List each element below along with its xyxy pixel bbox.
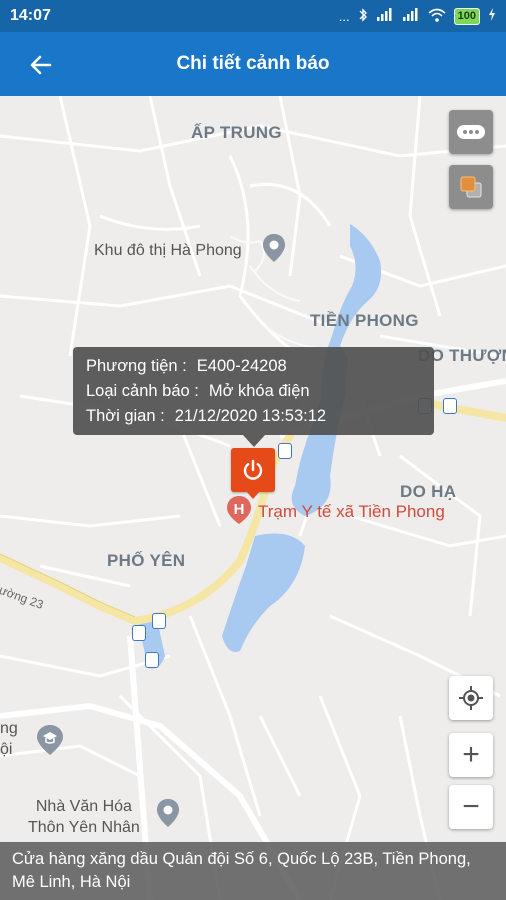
school-pin-icon <box>37 725 63 755</box>
alert-marker[interactable] <box>231 448 275 499</box>
svg-text:H: H <box>234 501 245 518</box>
alert-info-popup: Phương tiện : E400-24208 Loại cảnh báo : M… <box>73 347 434 447</box>
zoom-out-button[interactable]: − <box>449 785 493 829</box>
back-button[interactable] <box>24 48 58 82</box>
page-title: Chi tiết cảnh báo <box>176 53 330 74</box>
alert-time-value: 21/12/2020 13:53:12 <box>174 407 327 425</box>
bus-stop-icon <box>278 443 292 459</box>
map-view[interactable]: ẤP TRUNG TIỀN PHONG DO THƯỢN DO HẠ PHỐ Y… <box>0 96 506 900</box>
status-time: 14:07 <box>10 7 51 24</box>
address-bar: Cửa hàng xăng dầu Quân đội Số 6, Quốc Lộ… <box>0 842 506 900</box>
poi-label-khu-do-thi: Khu đô thị Hà Phong <box>94 242 242 259</box>
my-location-button[interactable] <box>449 676 493 720</box>
charging-icon <box>488 8 496 24</box>
status-bar: 14:07 ... 100 <box>0 0 506 32</box>
my-location-icon <box>459 686 483 710</box>
bus-stop-icon-4 <box>152 613 166 629</box>
alert-time-label: Thời gian : <box>86 407 165 425</box>
bus-stop-icon-3 <box>443 398 457 414</box>
layers-icon <box>460 176 482 198</box>
bluetooth-icon <box>358 7 368 25</box>
signal-icon-2 <box>402 8 420 24</box>
info-row-time: Thời gian : 21/12/2020 13:53:12 <box>86 404 421 429</box>
area-label-ap-trung: ẤP TRUNG <box>191 123 282 142</box>
hospital-pin-icon: H <box>227 496 251 524</box>
info-row-vehicle: Phương tiện : E400-24208 <box>86 354 421 379</box>
area-label-tien-phong: TIỀN PHONG <box>310 311 419 330</box>
zoom-in-button[interactable]: + <box>449 733 493 777</box>
alert-type-label: Loại cảnh báo : <box>86 382 199 400</box>
vehicle-value: E400-24208 <box>196 357 287 375</box>
wifi-icon <box>428 8 446 25</box>
poi-label-tram-y-te: Trạm Y tế xã Tiền Phong <box>258 502 445 521</box>
arrow-left-icon <box>30 55 52 75</box>
poi-label-school-fragment: ng ội <box>0 720 18 758</box>
vehicle-label: Phương tiện : <box>86 357 187 375</box>
signal-icon <box>376 8 394 24</box>
map-pin-icon <box>263 234 285 262</box>
battery-icon: 100 <box>453 7 480 25</box>
status-icons: ... 100 <box>338 7 496 25</box>
bus-stop-icon-6 <box>145 652 159 668</box>
app-bar: Chi tiết cảnh báo <box>0 32 506 96</box>
layers-button[interactable] <box>449 165 493 209</box>
area-label-do-ha: DO HẠ <box>400 482 457 501</box>
area-label-pho-yen: PHỐ YÊN <box>107 551 186 570</box>
poi-label-nha-van-hoa: Nhà Văn Hóa Thôn Yên Nhân <box>28 798 140 836</box>
info-row-type: Loại cảnh báo : Mở khóa điện <box>86 379 421 404</box>
more-options-icon <box>457 125 485 139</box>
map-pin-icon-2 <box>157 799 179 827</box>
bus-stop-icon-5 <box>132 625 146 641</box>
more-options-button[interactable] <box>449 110 493 154</box>
notification-dots-icon: ... <box>338 8 350 24</box>
power-icon <box>243 459 263 480</box>
alert-type-value: Mở khóa điện <box>208 382 310 400</box>
